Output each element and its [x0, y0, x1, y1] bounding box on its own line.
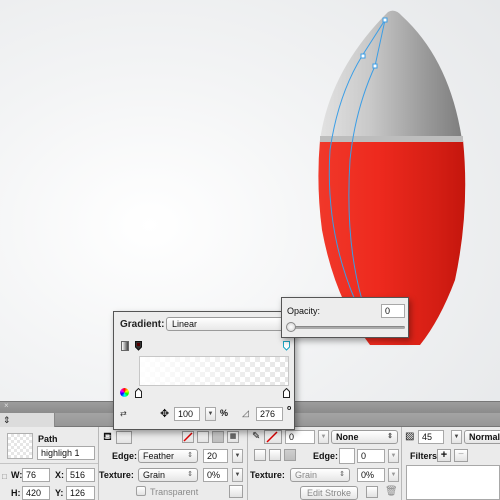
- stroke-texture-amount-dropdown[interactable]: ▼: [388, 468, 399, 482]
- stroke-style-select[interactable]: None ⇕: [331, 430, 398, 444]
- edit-stroke-button[interactable]: Edit Stroke: [300, 486, 358, 500]
- stroke-edge-swatch[interactable]: [339, 448, 355, 464]
- stepper-arrows-icon: ⇕: [339, 471, 345, 478]
- height-input[interactable]: 420: [22, 486, 50, 500]
- stroke-texture-label: Texture:: [250, 470, 285, 480]
- color-stop-top-left[interactable]: [135, 341, 142, 351]
- blend-mode-select[interactable]: Normal: [464, 430, 500, 444]
- gradient-ramp[interactable]: [139, 356, 289, 386]
- object-type-label: Path: [38, 434, 58, 444]
- fill-edge-value: Feather: [143, 451, 175, 461]
- divider: [98, 427, 99, 500]
- opacity-dropdown[interactable]: ▼: [451, 430, 462, 444]
- nose-band: [320, 136, 463, 142]
- fill-color-swatch[interactable]: [116, 431, 132, 444]
- fill-options-button[interactable]: [229, 485, 243, 498]
- y-input[interactable]: 126: [66, 486, 95, 500]
- percent-sign: %: [220, 408, 229, 418]
- fill-edge-amount-dropdown[interactable]: ▼: [232, 449, 243, 463]
- angle-icon: ◿: [242, 408, 249, 418]
- transparent-label: Transparent: [150, 487, 199, 497]
- fill-edge-amount-input[interactable]: 20: [203, 449, 228, 463]
- divider: [247, 427, 248, 500]
- stroke-texture-value: Grain: [295, 470, 318, 480]
- stroke-edge-label: Edge:: [313, 451, 339, 461]
- divider: [401, 427, 402, 500]
- width-label: W:: [11, 470, 23, 480]
- opacity-icon: ▨: [405, 431, 415, 442]
- x-input[interactable]: 516: [66, 468, 95, 482]
- fill-edge-select[interactable]: Feather ⇕: [138, 449, 198, 463]
- rocket-nose: [320, 10, 462, 140]
- stroke-color-swatch[interactable]: [264, 430, 282, 444]
- fill-edge-label: Edge:: [112, 451, 138, 461]
- transparent-checkbox[interactable]: [136, 486, 146, 496]
- gradient-scale-dropdown[interactable]: ▼: [205, 407, 216, 421]
- divider: [0, 463, 98, 464]
- stepper-arrows-icon: ⇕: [187, 452, 193, 459]
- dock-close-button[interactable]: ×: [4, 401, 9, 410]
- opacity-stop-left[interactable]: [135, 388, 142, 398]
- fill-texture-value: Grain: [143, 470, 166, 480]
- fill-texture-label: Texture:: [99, 470, 134, 480]
- color-wheel-icon[interactable]: [120, 388, 129, 397]
- opacity-input[interactable]: 45: [418, 430, 444, 444]
- color-stop-top-right[interactable]: [283, 341, 290, 351]
- opacity-value-input[interactable]: 0: [381, 304, 405, 318]
- tab-properties[interactable]: ⇕ Properties: [0, 413, 55, 439]
- move-icon: ✥: [160, 408, 170, 420]
- stroke-inside-button[interactable]: [254, 449, 266, 461]
- stroke-style-value: None: [336, 432, 359, 442]
- opacity-slider-thumb[interactable]: [286, 322, 296, 332]
- filters-label: Filters:: [410, 451, 441, 461]
- width-input[interactable]: 76: [22, 468, 50, 482]
- opacity-popup: Opacity: 0: [281, 297, 409, 338]
- object-name-input[interactable]: highligh 1: [37, 446, 95, 460]
- stroke-texture-amount-input[interactable]: 0%: [357, 468, 385, 482]
- height-label: H:: [11, 488, 21, 498]
- opacity-slider-track[interactable]: [290, 326, 405, 329]
- fill-gradient-button[interactable]: [212, 431, 224, 443]
- fill-texture-amount-input[interactable]: 0%: [203, 468, 228, 482]
- trash-icon[interactable]: 🗑: [385, 486, 398, 497]
- anchor-point: [360, 53, 366, 59]
- fill-none-button[interactable]: [182, 431, 194, 443]
- filters-list[interactable]: [406, 465, 500, 500]
- attach-stroke-button[interactable]: [366, 486, 378, 498]
- add-filter-button[interactable]: +: [437, 449, 451, 462]
- degree-sign: o: [287, 405, 292, 412]
- gradient-editor-popup: Gradient: Linear ⇄ ✥ 100 ▼ % ◿ 276 o: [113, 311, 295, 430]
- fill-solid-button[interactable]: [197, 431, 209, 443]
- collapse-arrows-icon: ⇕: [3, 415, 11, 425]
- stroke-texture-select[interactable]: Grain ⇕: [290, 468, 350, 482]
- y-label: Y:: [55, 488, 64, 498]
- opacity-label: Opacity:: [287, 306, 321, 316]
- x-label: X:: [55, 470, 64, 480]
- stroke-outside-button[interactable]: [284, 449, 296, 461]
- stroke-edge-amount-dropdown[interactable]: ▼: [388, 449, 399, 463]
- opacity-stop-right[interactable]: [283, 388, 290, 398]
- fill-pattern-button[interactable]: ▦: [227, 431, 239, 443]
- reverse-gradient-icon[interactable]: ⇄: [120, 409, 127, 418]
- paint-bucket-icon: ⛾: [103, 431, 112, 443]
- anchor-point: [372, 63, 378, 69]
- swap-gradient-icon[interactable]: [121, 341, 129, 351]
- gradient-type-select[interactable]: Linear: [166, 317, 294, 331]
- pencil-icon: ✎: [252, 431, 261, 442]
- gradient-angle-input[interactable]: 276: [256, 407, 283, 421]
- constrain-proportions-icon[interactable]: □: [2, 472, 7, 481]
- fill-texture-select[interactable]: Grain ⇕: [138, 468, 198, 482]
- gradient-scale-input[interactable]: 100: [174, 407, 200, 421]
- stepper-arrows-icon: ⇕: [187, 471, 193, 478]
- gradient-label: Gradient:: [120, 319, 165, 330]
- object-thumbnail: [7, 433, 33, 459]
- stroke-edge-amount-input[interactable]: 0: [357, 449, 385, 463]
- stroke-size-input[interactable]: 0: [285, 430, 315, 444]
- anchor-point: [382, 17, 388, 23]
- stepper-arrows-icon: ⇕: [387, 433, 393, 440]
- fill-texture-amount-dropdown[interactable]: ▼: [232, 468, 243, 482]
- stroke-size-dropdown[interactable]: ▼: [318, 430, 329, 444]
- remove-filter-button[interactable]: −: [454, 449, 468, 462]
- stroke-center-button[interactable]: [269, 449, 281, 461]
